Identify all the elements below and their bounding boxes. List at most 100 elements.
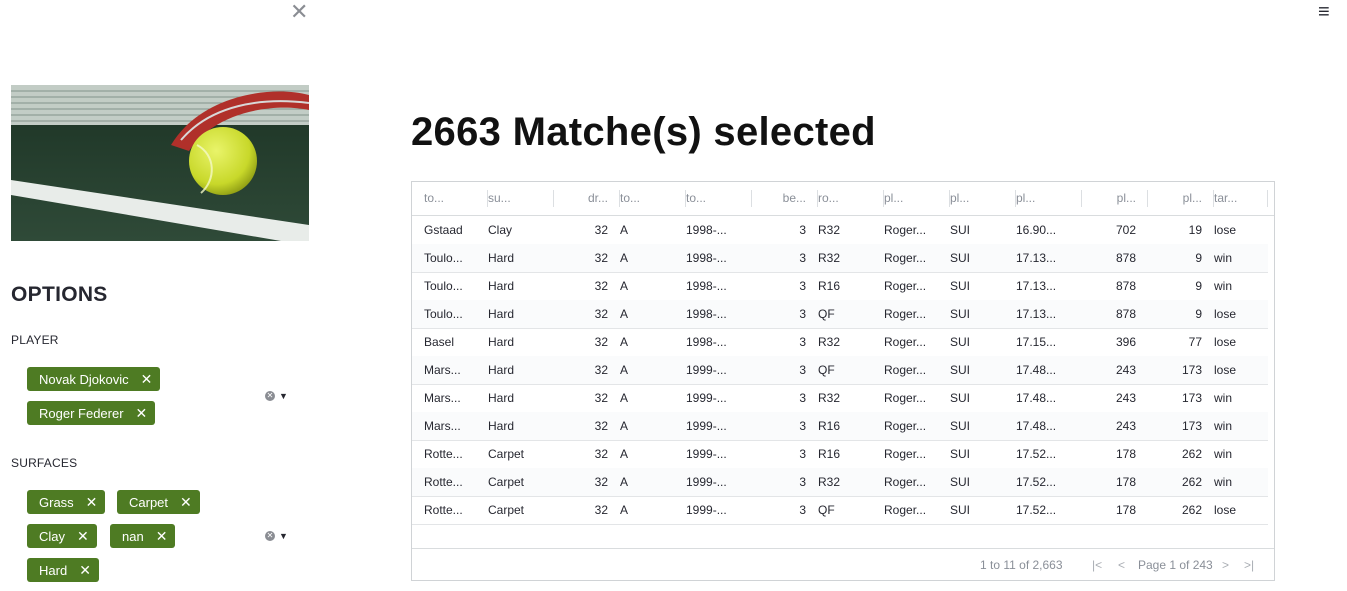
column-divider[interactable] [619, 190, 620, 207]
table-cell: 9 [1195, 251, 1202, 265]
surface-tag-grass[interactable]: Grass ✕ [27, 490, 106, 514]
column-header[interactable]: su... [488, 182, 542, 215]
column-divider[interactable] [751, 190, 752, 207]
player-select-controls: ✕ ▼ [265, 390, 288, 402]
table-cell: 3 [799, 279, 806, 293]
column-divider[interactable] [1015, 190, 1016, 207]
column-divider[interactable] [1147, 190, 1148, 207]
table-cell: 17.52... [1016, 447, 1057, 461]
column-header[interactable]: to... [686, 182, 740, 215]
table-cell: 3 [799, 307, 806, 321]
table-cell: Hard [488, 307, 515, 321]
next-page-icon[interactable]: > [1222, 549, 1229, 581]
remove-tag-icon[interactable]: ✕ [156, 528, 168, 544]
table-cell: Roger... [884, 251, 927, 265]
table-cell: Carpet [488, 503, 525, 517]
page-indicator: Page 1 of 243 [1138, 558, 1213, 572]
table-row[interactable]: Rotte... Carpet 32 A 1999-... 3 R32 Roger... SUI… [412, 468, 1268, 497]
column-header[interactable]: ro... [818, 182, 872, 215]
table-cell: R32 [818, 251, 841, 265]
column-divider[interactable] [1081, 190, 1082, 207]
column-divider[interactable] [553, 190, 554, 207]
table-cell: 1998-... [686, 307, 727, 321]
column-divider[interactable] [949, 190, 950, 207]
surface-tag-nan[interactable]: nan ✕ [110, 524, 176, 548]
column-divider[interactable] [685, 190, 686, 207]
table-row[interactable]: Mars... Hard 32 A 1999-... 3 QF Roger... SUI 17.4… [412, 356, 1268, 385]
table-row[interactable]: Mars... Hard 32 A 1999-... 3 R32 Roger... SUI 17.… [412, 384, 1268, 413]
table-row[interactable]: Rotte... Carpet 32 A 1999-... 3 R16 Roger... SUI… [412, 440, 1268, 469]
last-page-icon[interactable]: >| [1244, 549, 1254, 581]
table-row[interactable]: Basel Hard 32 A 1998-... 3 R32 Roger... SUI 17.15… [412, 328, 1268, 357]
remove-tag-icon[interactable]: ✕ [86, 494, 98, 510]
remove-tag-icon[interactable]: ✕ [136, 405, 148, 421]
remove-tag-icon[interactable]: ✕ [79, 562, 91, 578]
player-label: PLAYER [11, 333, 59, 347]
table-cell: Rotte... [424, 503, 463, 517]
table-cell: A [620, 475, 629, 489]
table-cell: Toulo... [424, 251, 463, 265]
column-divider[interactable] [1213, 190, 1214, 207]
table-cell: Clay [488, 223, 513, 237]
table-cell: 32 [594, 307, 608, 321]
table-row[interactable]: Toulo... Hard 32 A 1998-... 3 R32 Roger... SUI 17… [412, 244, 1268, 273]
player-tag-federer[interactable]: Roger Federer ✕ [27, 401, 156, 425]
column-divider[interactable] [883, 190, 884, 207]
player-tag-djokovic[interactable]: Novak Djokovic ✕ [27, 367, 161, 391]
remove-tag-icon[interactable]: ✕ [77, 528, 89, 544]
prev-page-icon[interactable]: < [1118, 549, 1125, 581]
clear-all-icon[interactable]: ✕ [265, 391, 275, 402]
table-cell: Roger... [884, 419, 927, 433]
surface-tag-carpet[interactable]: Carpet ✕ [117, 490, 200, 514]
table-cell: 32 [594, 447, 608, 461]
surface-tag-clay[interactable]: Clay ✕ [27, 524, 97, 548]
table-cell: 3 [799, 223, 806, 237]
table-row[interactable]: Gstaad Clay 32 A 1998-... 3 R32 Roger... SUI 16.9… [412, 216, 1268, 245]
chevron-down-icon[interactable]: ▼ [279, 531, 288, 541]
table-cell: Mars... [424, 419, 461, 433]
table-row[interactable]: Rotte... Carpet 32 A 1999-... 3 QF Roger... SUI 1… [412, 496, 1268, 525]
surface-tag-hard[interactable]: Hard ✕ [27, 558, 99, 582]
column-divider[interactable] [817, 190, 818, 207]
column-header[interactable]: to... [424, 182, 478, 215]
table-cell: 173 [1181, 363, 1202, 377]
table-cell: 32 [594, 503, 608, 517]
table-cell: 878 [1115, 307, 1136, 321]
column-header[interactable]: dr... [554, 182, 608, 215]
table-row[interactable]: Mars... Hard 32 A 1999-... 3 R16 Roger... SUI 17.… [412, 412, 1268, 441]
matches-grid: to... su... dr... to... to... be... ro... pl...… [411, 181, 1275, 581]
chevron-down-icon[interactable]: ▼ [279, 391, 288, 401]
column-header[interactable]: pl... [1016, 182, 1070, 215]
column-divider[interactable] [1267, 190, 1268, 207]
column-header[interactable]: tar... [1214, 182, 1268, 215]
column-header[interactable]: be... [752, 182, 806, 215]
menu-icon[interactable]: ≡ [1318, 2, 1330, 22]
remove-tag-icon[interactable]: ✕ [180, 494, 192, 510]
table-cell: 17.52... [1016, 503, 1057, 517]
table-cell: A [620, 447, 629, 461]
table-cell: 32 [594, 391, 608, 405]
table-cell: Hard [488, 363, 515, 377]
column-header[interactable]: to... [620, 182, 674, 215]
table-cell: A [620, 335, 629, 349]
table-cell: lose [1214, 335, 1237, 349]
table-cell: 702 [1115, 223, 1136, 237]
column-header[interactable]: pl... [1148, 182, 1202, 215]
column-header[interactable]: pl... [884, 182, 938, 215]
first-page-icon[interactable]: |< [1092, 549, 1102, 581]
remove-tag-icon[interactable]: ✕ [141, 371, 153, 387]
clear-all-icon[interactable]: ✕ [265, 531, 275, 542]
table-cell: 243 [1115, 363, 1136, 377]
table-cell: 32 [594, 279, 608, 293]
table-cell: R16 [818, 279, 841, 293]
tag-label: Roger Federer [39, 406, 124, 421]
table-row[interactable]: Toulo... Hard 32 A 1998-... 3 QF Roger... SUI 17.… [412, 300, 1268, 329]
column-header[interactable]: pl... [950, 182, 1004, 215]
table-cell: 3 [799, 251, 806, 265]
column-header[interactable]: pl... [1082, 182, 1136, 215]
table-cell: win [1214, 251, 1233, 265]
table-row[interactable]: Toulo... Hard 32 A 1998-... 3 R16 Roger... SUI 17… [412, 272, 1268, 301]
close-sidebar-icon[interactable]: ✕ [290, 1, 308, 23]
column-divider[interactable] [487, 190, 488, 207]
table-cell: A [620, 223, 629, 237]
